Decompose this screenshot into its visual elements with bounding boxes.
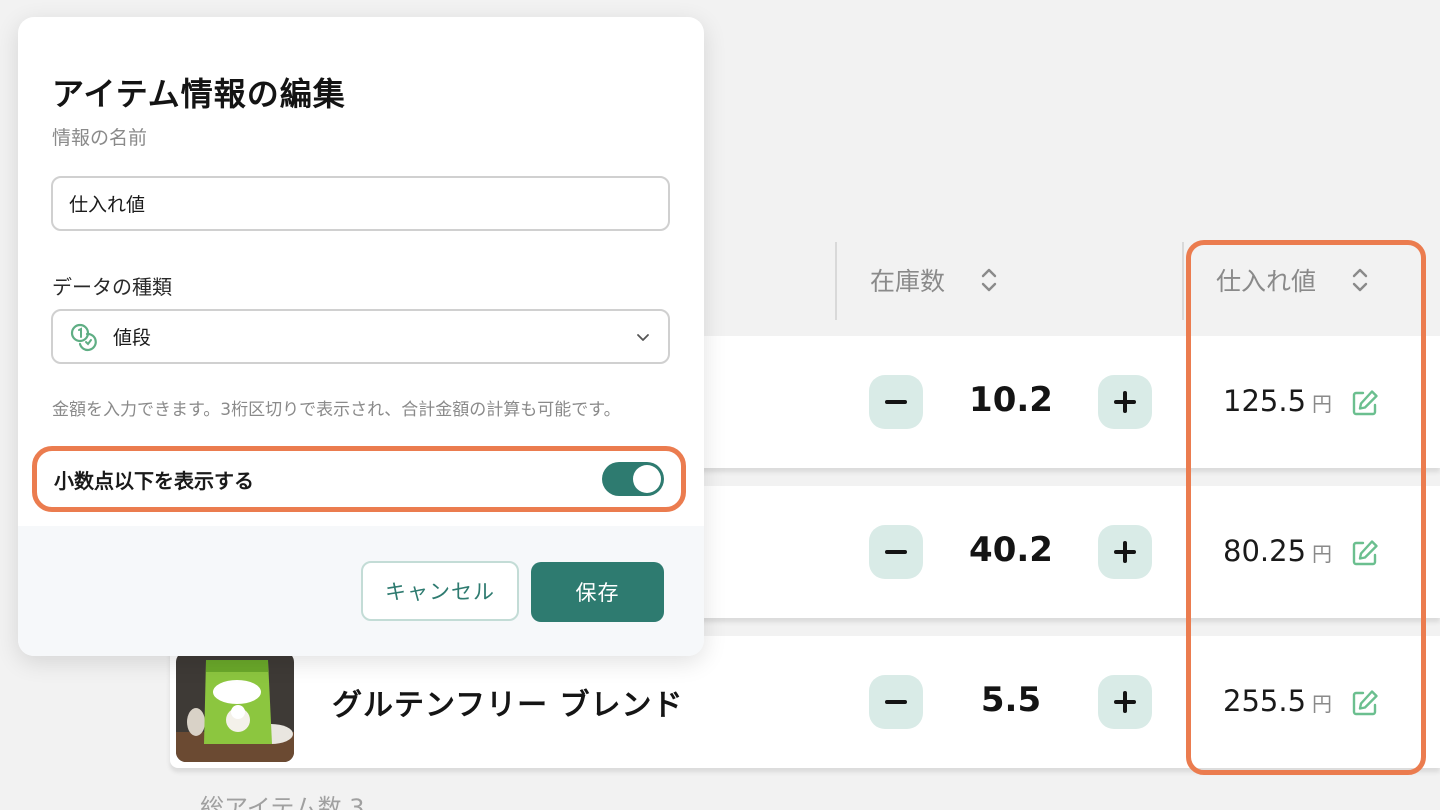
coins-icon: [70, 323, 97, 351]
decrement-button[interactable]: [869, 675, 923, 729]
data-type-select[interactable]: 値段: [51, 309, 670, 364]
data-type-value: 値段: [113, 327, 152, 349]
name-field-label: 情報の名前: [52, 127, 148, 149]
price-cell: 125.5 円: [1223, 384, 1332, 418]
edit-icon[interactable]: [1350, 538, 1380, 568]
edit-item-info-modal: アイテム情報の編集 情報の名前 データの種類 値段 金額を入力できます。3桁区切…: [18, 17, 704, 656]
edit-icon[interactable]: [1350, 688, 1380, 718]
chevron-down-icon: [637, 333, 649, 341]
save-button[interactable]: 保存: [531, 562, 664, 622]
decimal-toggle-label: 小数点以下を表示する: [54, 468, 254, 493]
modal-title: アイテム情報の編集: [52, 75, 346, 113]
cancel-button[interactable]: キャンセル: [361, 561, 519, 621]
increment-button[interactable]: [1098, 525, 1152, 579]
data-type-help-text: 金額を入力できます。3桁区切りで表示され、合計金額の計算も可能です。: [52, 400, 621, 420]
price-value: 80.25: [1223, 534, 1307, 568]
price-value: 255.5: [1223, 684, 1307, 718]
quantity-value: 5.5: [980, 680, 1042, 720]
column-header-label: 仕入れ値: [1216, 267, 1317, 296]
price-cell: 80.25 円: [1223, 534, 1332, 568]
price-unit: 円: [1312, 542, 1333, 566]
edit-icon[interactable]: [1350, 388, 1380, 418]
column-header-stock[interactable]: 在庫数: [870, 240, 999, 320]
column-divider: [1182, 242, 1184, 320]
product-thumbnail: [176, 652, 294, 762]
total-item-count: 総アイテム数 3: [200, 794, 365, 810]
decrement-button[interactable]: [869, 525, 923, 579]
increment-button[interactable]: [1098, 675, 1152, 729]
price-unit: 円: [1312, 692, 1333, 716]
quantity-value: 40.2: [969, 530, 1053, 570]
price-cell: 255.5 円: [1223, 684, 1332, 718]
name-input[interactable]: [51, 176, 670, 231]
sort-icon[interactable]: [979, 265, 999, 295]
sort-icon[interactable]: [1350, 265, 1370, 295]
modal-footer: キャンセル 保存: [18, 526, 704, 656]
decimal-toggle-row: 小数点以下を表示する: [32, 446, 686, 512]
column-divider: [835, 242, 837, 320]
type-field-label: データの種類: [52, 275, 172, 299]
price-unit: 円: [1312, 392, 1333, 416]
column-header-cost-price[interactable]: 仕入れ値: [1216, 240, 1370, 320]
decimal-toggle-switch[interactable]: [602, 462, 664, 496]
price-value: 125.5: [1223, 384, 1307, 418]
decrement-button[interactable]: [869, 375, 923, 429]
column-header-label: 在庫数: [870, 267, 946, 296]
increment-button[interactable]: [1098, 375, 1152, 429]
quantity-value: 10.2: [969, 380, 1053, 420]
